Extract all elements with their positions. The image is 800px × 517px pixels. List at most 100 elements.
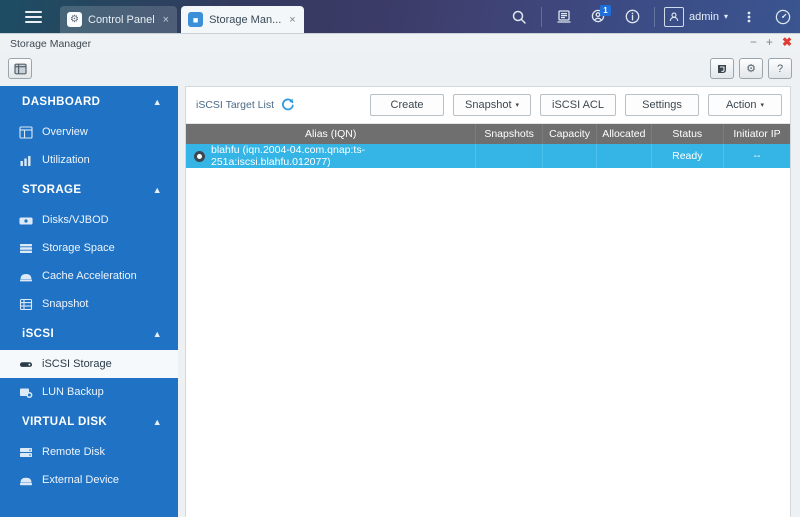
- volume-icon[interactable]: [710, 58, 734, 79]
- sidebar-item-label: External Device: [42, 474, 120, 486]
- cell-alias[interactable]: blahfu (iqn.2004-04.com.qnap:ts-251a:isc…: [186, 144, 477, 168]
- cell-initiator-ip: --: [723, 144, 790, 168]
- target-status-icon: [194, 150, 205, 162]
- chevron-up-icon: ▲: [152, 97, 162, 107]
- window-tool-buttons: ⚙ ?: [710, 58, 792, 79]
- sidebar-item-label: Utilization: [42, 154, 90, 166]
- refresh-icon[interactable]: [281, 97, 295, 113]
- alias-text: blahfu (iqn.2004-04.com.qnap:ts-251a:isc…: [211, 144, 366, 168]
- background-task-icon[interactable]: [547, 0, 581, 33]
- help-icon[interactable]: ?: [768, 58, 792, 79]
- search-icon[interactable]: [502, 0, 536, 33]
- close-icon[interactable]: ×: [163, 14, 169, 26]
- hamburger-icon[interactable]: [14, 0, 52, 33]
- divider: [541, 6, 543, 27]
- sidebar-item-iscsi-storage[interactable]: iSCSI Storage: [0, 350, 178, 378]
- sidebar-group-label: DASHBOARD: [22, 96, 101, 108]
- window-controls: − + ✖: [750, 36, 792, 48]
- column-header-status[interactable]: Status: [651, 124, 725, 144]
- maximize-button[interactable]: +: [766, 36, 773, 48]
- disk-icon: [18, 213, 33, 228]
- notifications-icon[interactable]: 1: [581, 0, 615, 33]
- user-menu[interactable]: admin ▾: [660, 6, 732, 27]
- column-header-alias[interactable]: Alias (IQN): [186, 124, 477, 144]
- table-row[interactable]: blahfu (iqn.2004-04.com.qnap:ts-251a:isc…: [186, 144, 790, 168]
- chevron-down-icon: ▾: [515, 102, 520, 109]
- sidebar-group-label: VIRTUAL DISK: [22, 416, 108, 428]
- sidebar-item-overview[interactable]: Overview: [0, 118, 178, 146]
- more-vertical-icon[interactable]: [732, 0, 766, 33]
- button-label: Settings: [642, 99, 682, 111]
- button-label: Snapshot: [465, 99, 512, 111]
- action-menu-button[interactable]: Action ▾: [708, 94, 782, 116]
- divider: [654, 6, 656, 27]
- tab-control-panel[interactable]: ⚙ Control Panel ×: [60, 6, 178, 33]
- snapshot-menu-button[interactable]: Snapshot ▾: [453, 94, 532, 116]
- content-toolbar: iSCSI Target List Create Snapshot ▾ iSCS…: [186, 87, 790, 124]
- storage-manager-window: Storage Manager − + ✖ ⚙ ? DASHBOARD ▲ Ov…: [0, 33, 800, 517]
- sidebar-group-dashboard[interactable]: DASHBOARD ▲: [0, 86, 178, 118]
- topbar-icon-group: 1 admin ▾: [502, 0, 800, 33]
- iscsi-acl-button[interactable]: iSCSI ACL: [540, 94, 616, 116]
- chevron-down-icon: ▾: [723, 12, 728, 21]
- remote-disk-icon: [18, 445, 33, 460]
- sidebar-item-lun-backup[interactable]: LUN Backup: [0, 378, 178, 406]
- gear-icon: ⚙: [67, 12, 82, 27]
- button-label: iSCSI ACL: [552, 99, 604, 111]
- sidebar-item-label: Overview: [42, 126, 88, 138]
- sidebar-group-storage[interactable]: STORAGE ▲: [0, 174, 178, 206]
- close-icon[interactable]: ×: [289, 14, 295, 26]
- window-toolbar: ⚙ ?: [0, 53, 800, 84]
- external-device-icon: [18, 473, 33, 488]
- dashboard-gauge-icon[interactable]: [766, 0, 800, 33]
- column-header-capacity[interactable]: Capacity: [542, 124, 598, 144]
- sidebar-group-virtual-disk[interactable]: VIRTUAL DISK ▲: [0, 406, 178, 438]
- sidebar: DASHBOARD ▲ Overview Utilization STORAGE…: [0, 86, 178, 517]
- notification-badge: 1: [600, 5, 612, 16]
- sidebar-item-label: Cache Acceleration: [42, 270, 137, 282]
- sidebar-group-iscsi[interactable]: iSCSI ▲: [0, 318, 178, 350]
- user-avatar-icon: [664, 6, 685, 27]
- create-button[interactable]: Create: [370, 94, 445, 116]
- sidebar-item-external-device[interactable]: External Device: [0, 466, 178, 494]
- window-body: DASHBOARD ▲ Overview Utilization STORAGE…: [0, 86, 800, 517]
- iscsi-target-table: Alias (IQN) Snapshots Capacity Allocated…: [186, 124, 790, 168]
- sidebar-item-disks-vjbod[interactable]: Disks/VJBOD: [0, 206, 178, 234]
- table-header-row: Alias (IQN) Snapshots Capacity Allocated…: [186, 124, 790, 144]
- sidebar-item-label: Remote Disk: [42, 446, 105, 458]
- sidebar-item-cache-acceleration[interactable]: Cache Acceleration: [0, 262, 178, 290]
- chevron-up-icon: ▲: [152, 329, 162, 339]
- sidebar-group-label: iSCSI: [22, 328, 55, 340]
- cell-snapshots: [475, 144, 543, 168]
- info-icon[interactable]: [615, 0, 649, 33]
- tab-label: Storage Man...: [209, 13, 282, 26]
- minimize-button[interactable]: −: [750, 36, 757, 48]
- desktop-topbar: ⚙ Control Panel × ■ Storage Man... × 1 a…: [0, 0, 800, 33]
- sidebar-item-label: Disks/VJBOD: [42, 214, 109, 226]
- sidebar-item-remote-disk[interactable]: Remote Disk: [0, 438, 178, 466]
- cell-capacity: [542, 144, 598, 168]
- column-header-snapshots[interactable]: Snapshots: [475, 124, 543, 144]
- column-header-initiator-ip[interactable]: Initiator IP: [723, 124, 790, 144]
- sidebar-item-snapshot[interactable]: Snapshot: [0, 290, 178, 318]
- storage-app-icon: ■: [188, 12, 204, 27]
- button-label: Action: [725, 99, 757, 111]
- utilization-chart-icon: [18, 153, 33, 168]
- snapshot-icon: [18, 297, 33, 312]
- sidebar-item-utilization[interactable]: Utilization: [0, 146, 178, 174]
- panel-layout-icon[interactable]: [8, 58, 32, 79]
- column-header-allocated[interactable]: Allocated: [596, 124, 652, 144]
- sidebar-item-storage-space[interactable]: Storage Space: [0, 234, 178, 262]
- lun-backup-icon: [18, 385, 33, 400]
- overview-icon: [18, 125, 33, 140]
- table-body: blahfu (iqn.2004-04.com.qnap:ts-251a:isc…: [186, 144, 790, 168]
- action-button-group: Create Snapshot ▾ iSCSI ACL Settings Act…: [370, 94, 782, 116]
- close-button[interactable]: ✖: [782, 36, 792, 48]
- gear-icon[interactable]: ⚙: [739, 58, 763, 79]
- chevron-up-icon: ▲: [152, 185, 162, 195]
- iscsi-storage-icon: [18, 357, 33, 372]
- chevron-up-icon: ▲: [152, 417, 162, 427]
- settings-button[interactable]: Settings: [625, 94, 699, 116]
- tab-storage-manager[interactable]: ■ Storage Man... ×: [181, 6, 304, 33]
- user-name-label: admin: [689, 10, 719, 23]
